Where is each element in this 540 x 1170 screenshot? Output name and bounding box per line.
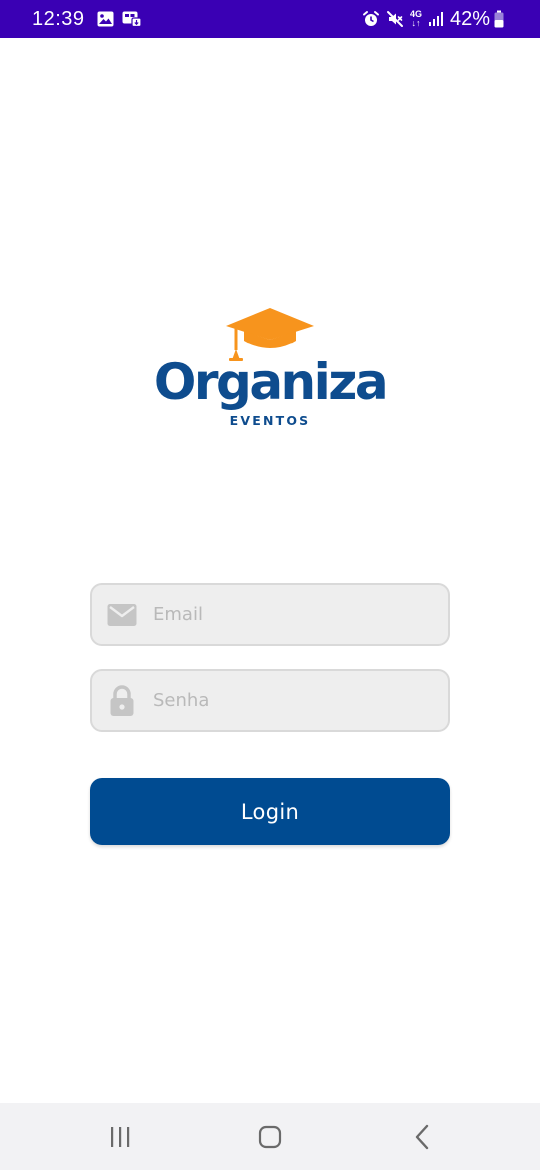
- password-input[interactable]: [153, 671, 448, 730]
- mute-icon: [386, 10, 404, 28]
- network-type: 4G ↓↑: [410, 10, 422, 28]
- alarm-icon: [362, 10, 380, 28]
- back-icon[interactable]: [402, 1121, 442, 1153]
- logo-title: Organiza: [153, 353, 389, 411]
- password-field[interactable]: [90, 669, 450, 732]
- status-bar-right: 4G ↓↑ 42%: [362, 8, 510, 31]
- gallery-icon: [97, 11, 114, 27]
- recents-icon[interactable]: [100, 1123, 140, 1151]
- login-button[interactable]: Login: [90, 778, 450, 845]
- status-time: 12:39: [32, 7, 85, 30]
- status-bar: 12:39 4G ↓↑ 42%: [0, 0, 540, 38]
- signal-icon: [428, 11, 444, 27]
- app-logo: Organiza EVENTOS: [150, 305, 390, 430]
- email-field[interactable]: [90, 583, 450, 646]
- battery-percentage: 42%: [449, 7, 490, 30]
- email-input[interactable]: [153, 585, 448, 644]
- mail-icon: [107, 603, 137, 627]
- home-icon[interactable]: [250, 1121, 290, 1153]
- navigation-bar: [0, 1103, 540, 1170]
- data-arrows-icon: ↓↑: [411, 18, 421, 28]
- status-bar-left: 12:39: [32, 8, 150, 31]
- logo-subtitle: EVENTOS: [229, 413, 311, 428]
- download-notification-icon: [122, 11, 142, 27]
- lock-icon: [107, 684, 137, 717]
- battery-icon: [494, 10, 504, 28]
